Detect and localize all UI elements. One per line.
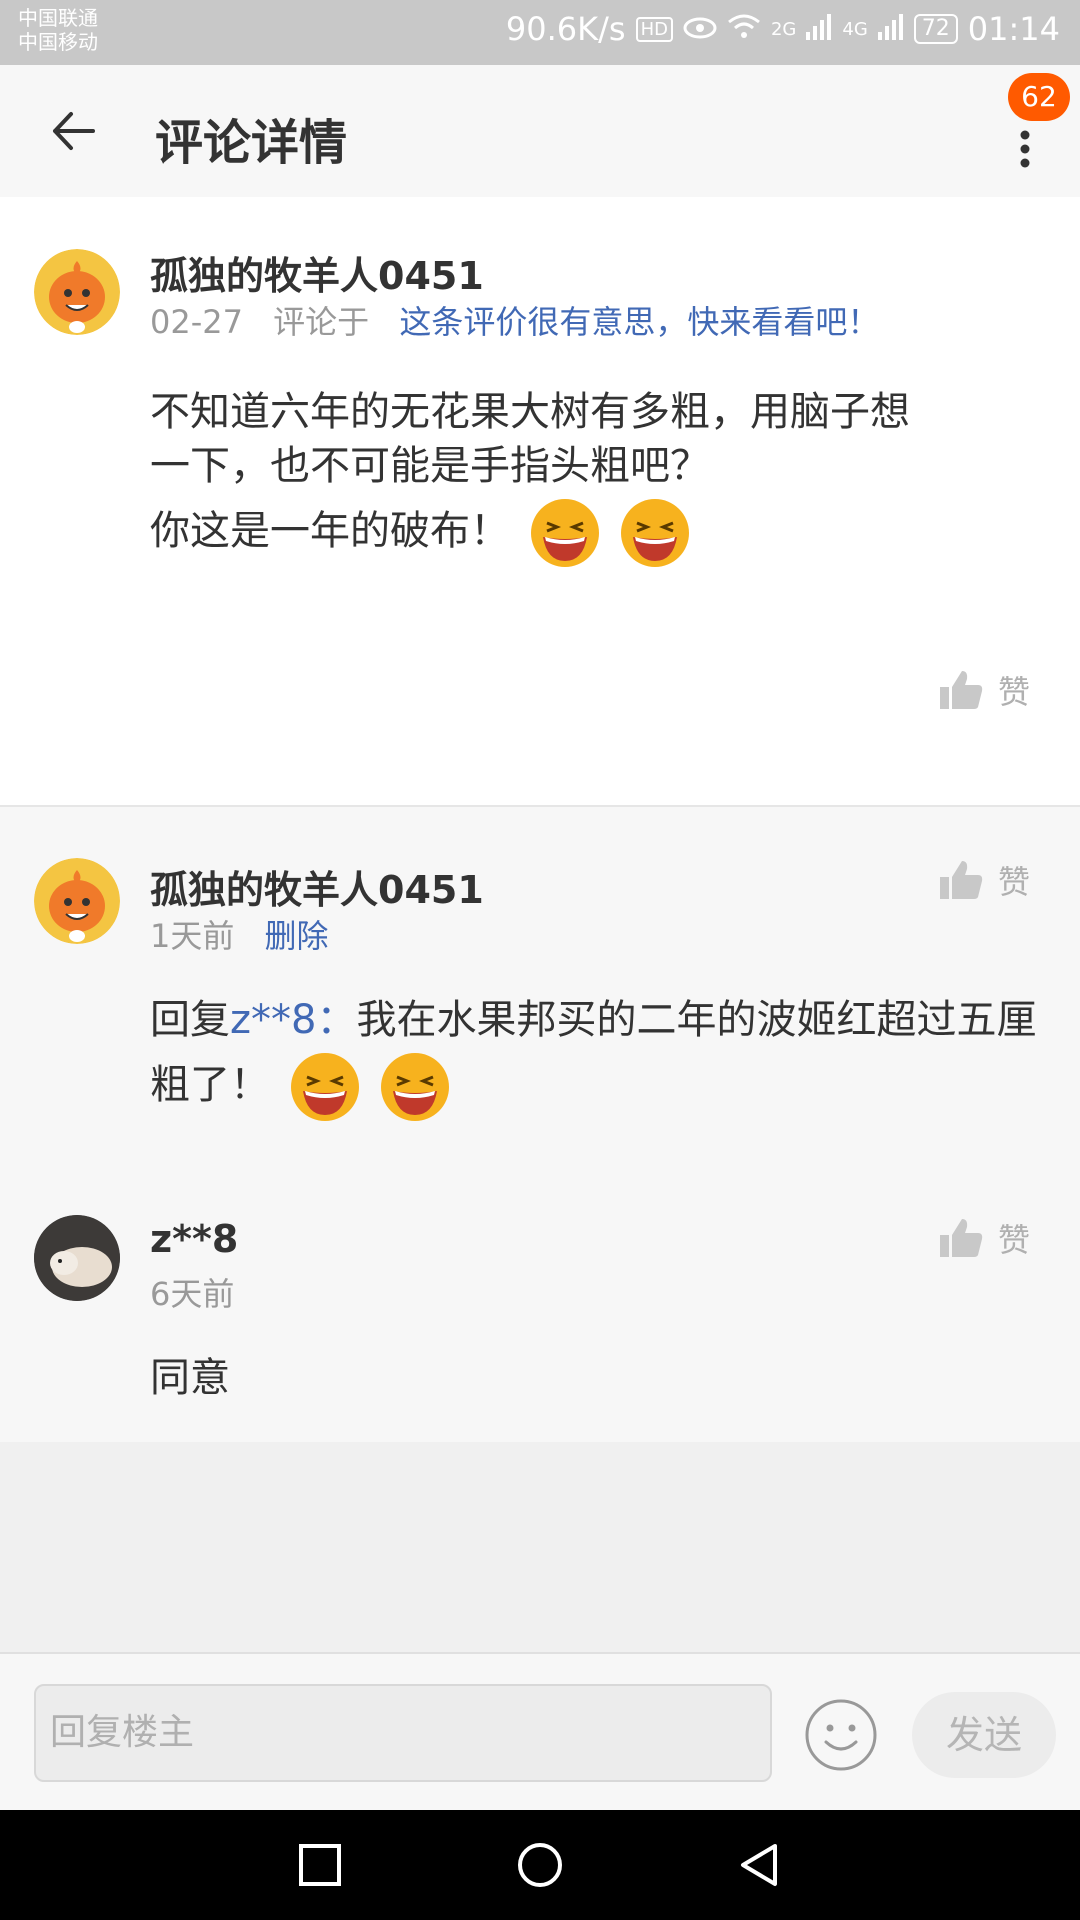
reply-prefix: 回复 xyxy=(150,997,230,1043)
reply-text: 回复z**8：我在水果邦买的二年的波姬红超过五厘 粗了！ xyxy=(150,993,1036,1123)
battery-icon: 72 xyxy=(913,14,958,44)
like-button[interactable]: 赞 xyxy=(938,857,1030,903)
signal-icon xyxy=(806,10,832,48)
reply-line-2: 粗了！ xyxy=(150,1051,1036,1123)
comment-line-1: 不知道六年的无花果大树有多粗，用脑子想 xyxy=(150,389,910,435)
notification-badge: 62 xyxy=(1008,73,1070,121)
replies-list: 孤独的牧羊人0451 1天前 删除 赞 回复z**8：我在水果邦买的二年的波姬红… xyxy=(0,807,1080,1442)
reply-line-1: 回复z**8：我在水果邦买的二年的波姬红超过五厘 xyxy=(150,993,1036,1047)
thumbs-up-icon xyxy=(940,671,983,709)
network-2g-label: 2G xyxy=(770,18,797,40)
laughing-emoji-icon xyxy=(379,1051,451,1123)
comment-text: 不知道六年的无花果大树有多粗，用脑子想 一下，也不可能是手指头粗吧？ 你这是一年… xyxy=(150,385,910,569)
avatar[interactable] xyxy=(34,858,120,944)
laughing-emoji-icon xyxy=(289,1051,361,1123)
system-nav-bar xyxy=(0,1810,1080,1920)
commented-on-label: 评论于 xyxy=(273,303,370,341)
thumbs-up-icon xyxy=(940,1219,983,1257)
eye-icon xyxy=(683,10,717,48)
reply-time: 6天前 xyxy=(150,1275,235,1313)
reply-line-2-text: 粗了！ xyxy=(150,1062,270,1108)
carrier-2: 中国移动 xyxy=(18,30,98,54)
reply-text: 同意 xyxy=(150,1355,230,1401)
like-label: 赞 xyxy=(998,673,1031,711)
avatar[interactable] xyxy=(34,249,120,335)
back-button[interactable] xyxy=(735,1840,785,1890)
carrier-info: 中国联通 中国移动 xyxy=(18,6,98,54)
like-label: 赞 xyxy=(998,863,1031,901)
empty-area xyxy=(0,1442,1080,1652)
clock: 01:14 xyxy=(967,10,1060,48)
comment-date: 02-27 xyxy=(150,303,243,341)
home-button[interactable] xyxy=(515,1840,565,1890)
reply-time: 1天前 xyxy=(150,917,235,955)
username[interactable]: 孤独的牧羊人0451 xyxy=(150,245,484,300)
app-bar: 评论详情 62 xyxy=(0,65,1080,197)
like-button[interactable]: 赞 xyxy=(938,1215,1030,1261)
like-label: 赞 xyxy=(998,1221,1031,1259)
commented-on-link[interactable]: 这条评价很有意思，快来看看吧！ xyxy=(399,303,879,341)
page-title: 评论详情 xyxy=(155,115,348,171)
username[interactable]: z**8 xyxy=(150,1217,238,1261)
emoji-picker-icon[interactable] xyxy=(804,1698,878,1772)
comment-line-3: 你这是一年的破布！ xyxy=(150,497,910,569)
hd-icon: HD xyxy=(635,16,673,42)
avatar[interactable] xyxy=(34,1215,120,1301)
comment-line-2: 一下，也不可能是手指头粗吧？ xyxy=(150,443,710,489)
reply-meta: 1天前 删除 xyxy=(150,911,329,957)
main-comment: 孤独的牧羊人0451 02-27 评论于 这条评价很有意思，快来看看吧！ 不知道… xyxy=(0,197,1080,805)
status-bar: 中国联通 中国移动 90.6K/s HD 2G 4G 72 01:14 xyxy=(0,0,1080,65)
network-4g-label: 4G xyxy=(842,18,868,40)
comment-line-3-text: 你这是一年的破布！ xyxy=(150,508,510,554)
reply-line-1-text: 我在水果邦买的二年的波姬红超过五厘 xyxy=(356,997,1037,1043)
thumbs-up-icon xyxy=(940,861,983,899)
recent-apps-button[interactable] xyxy=(295,1840,345,1890)
reply-bar: 回复楼主 发送 xyxy=(0,1652,1080,1812)
laughing-emoji-icon xyxy=(529,497,601,569)
back-arrow-icon[interactable] xyxy=(45,101,105,161)
reply-input[interactable]: 回复楼主 xyxy=(34,1684,772,1782)
carrier-1: 中国联通 xyxy=(18,6,98,30)
delete-link[interactable]: 删除 xyxy=(265,917,329,955)
wifi-icon xyxy=(727,10,761,48)
status-icons: 90.6K/s HD 2G 4G 72 01:14 xyxy=(506,10,1060,48)
comment-meta: 02-27 评论于 这条评价很有意思，快来看看吧！ xyxy=(150,297,879,343)
laughing-emoji-icon xyxy=(619,497,691,569)
like-button[interactable]: 赞 xyxy=(938,667,1030,713)
signal-icon-2 xyxy=(877,10,904,48)
username[interactable]: 孤独的牧羊人0451 xyxy=(150,859,484,914)
reply-to-user-link[interactable]: z**8： xyxy=(230,997,356,1043)
network-speed: 90.6K/s xyxy=(505,10,626,48)
send-button[interactable]: 发送 xyxy=(912,1692,1056,1778)
